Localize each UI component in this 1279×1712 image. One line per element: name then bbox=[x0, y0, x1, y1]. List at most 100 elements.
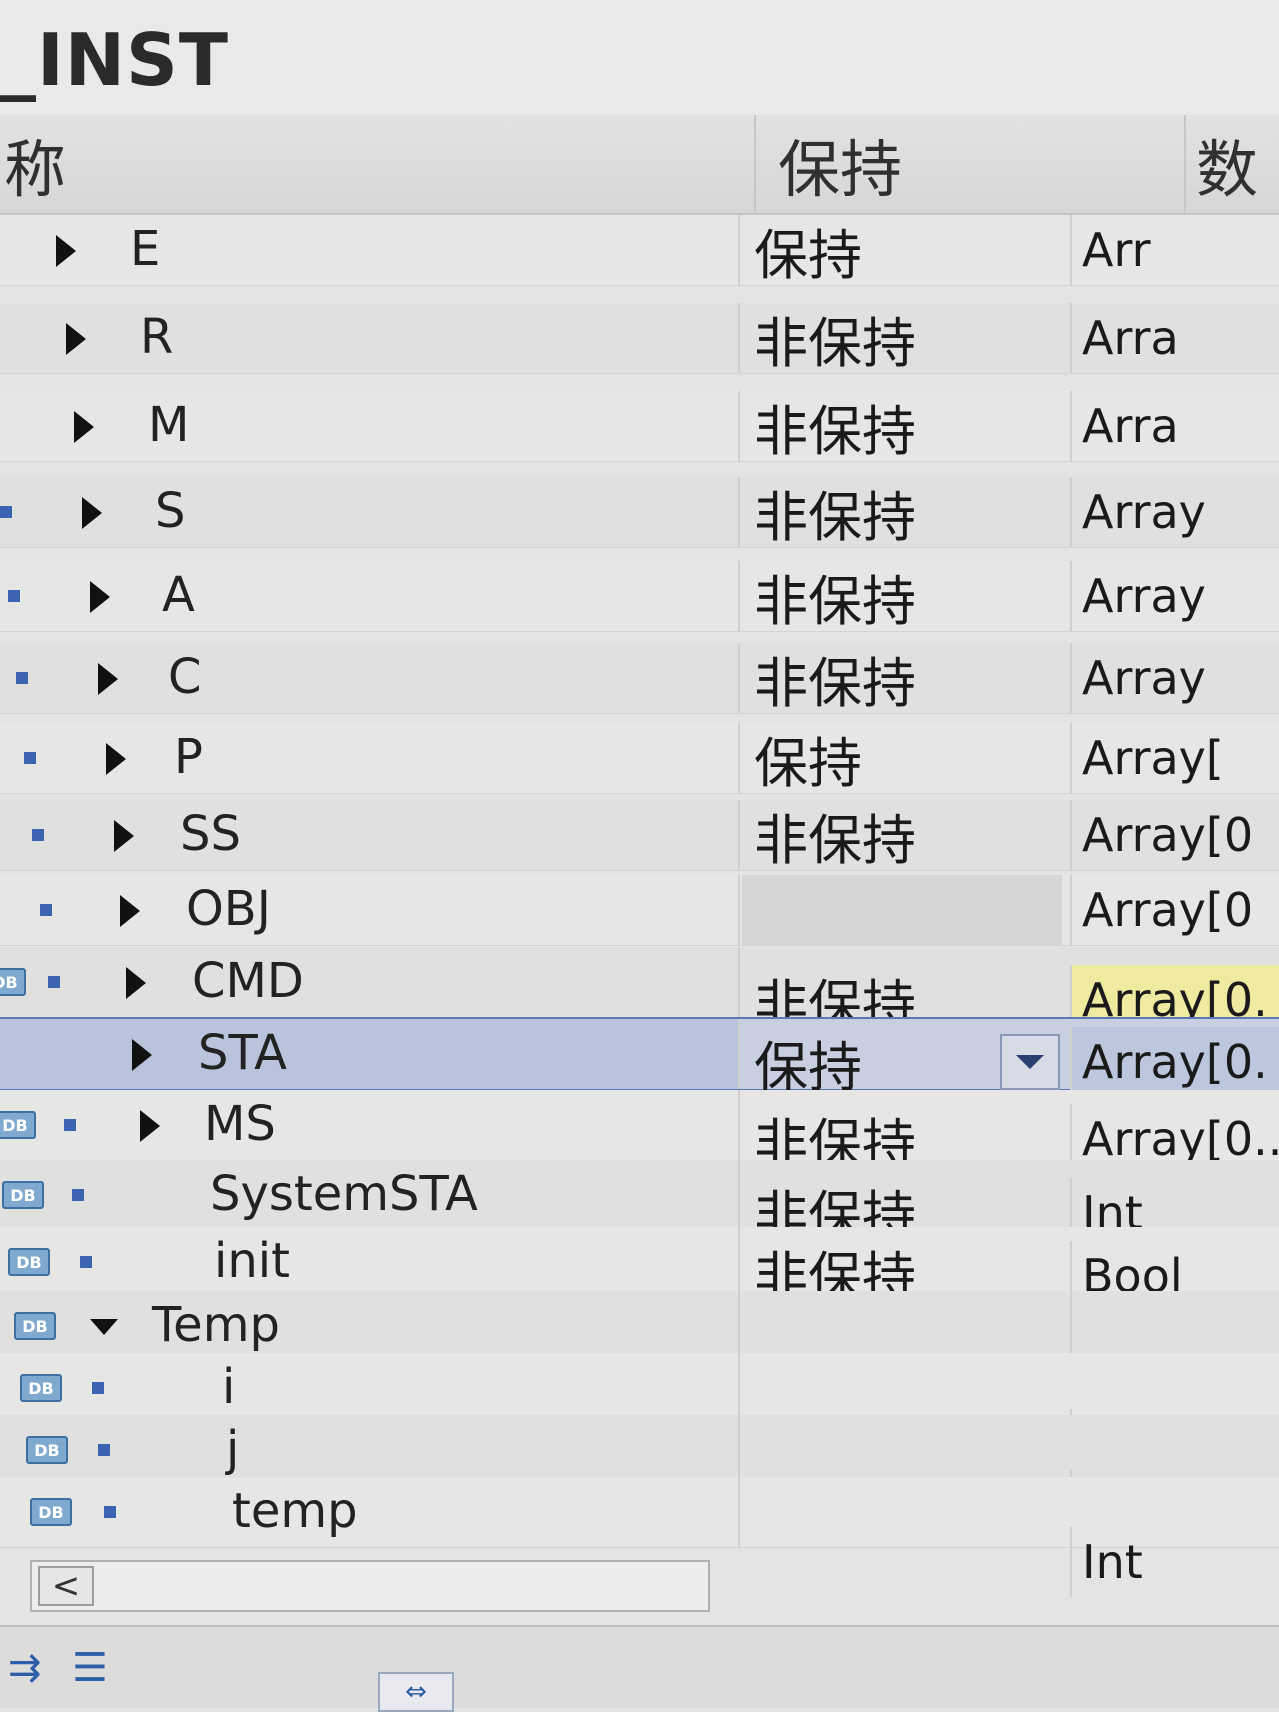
expand-arrow-icon[interactable] bbox=[140, 1110, 160, 1142]
swap-view-icon[interactable]: ⇔ bbox=[378, 1672, 454, 1712]
table-row[interactable]: DB init 非保持 Bool bbox=[0, 1227, 1279, 1311]
datatype-cell[interactable]: Array bbox=[1070, 643, 1279, 713]
name-cell[interactable]: M bbox=[0, 391, 740, 461]
table-row[interactable]: DB CMD 非保持 Array[0. bbox=[0, 947, 1279, 1037]
table-row[interactable]: P 保持 Array[ bbox=[0, 723, 1279, 795]
name-cell[interactable]: SS bbox=[0, 800, 740, 870]
datatype-cell[interactable]: Arra bbox=[1070, 303, 1279, 373]
collapse-arrow-icon[interactable] bbox=[90, 1319, 118, 1335]
table-row[interactable]: C 非保持 Array bbox=[0, 643, 1279, 715]
datatype-cell[interactable]: Array[0. bbox=[1070, 1027, 1279, 1097]
name-cell[interactable]: MS bbox=[0, 1090, 740, 1160]
expand-arrow-icon[interactable] bbox=[82, 497, 102, 529]
retain-cell[interactable] bbox=[742, 1291, 1062, 1361]
horizontal-scrollbar[interactable]: < bbox=[30, 1560, 710, 1612]
row-name: MS bbox=[204, 1096, 276, 1152]
datatype-cell[interactable]: Array bbox=[1070, 561, 1279, 631]
row-name: temp bbox=[232, 1483, 358, 1539]
datatype-cell[interactable]: Int bbox=[1070, 1527, 1279, 1597]
name-cell[interactable]: i bbox=[0, 1353, 740, 1423]
retain-cell[interactable]: 保持 bbox=[742, 215, 1062, 287]
name-cell[interactable]: init bbox=[0, 1227, 740, 1297]
datatype-cell[interactable]: Arr bbox=[1070, 215, 1279, 285]
row-name: j bbox=[226, 1421, 240, 1477]
row-name: CMD bbox=[192, 953, 304, 1009]
name-cell[interactable]: Temp bbox=[0, 1291, 740, 1361]
retain-cell[interactable]: 保持 bbox=[742, 723, 1062, 795]
dropdown-button[interactable] bbox=[1000, 1034, 1060, 1090]
table-row[interactable]: M 非保持 Arra bbox=[0, 391, 1279, 463]
indent-icon[interactable]: ⇉ bbox=[8, 1645, 42, 1691]
row-name: OBJ bbox=[186, 881, 271, 937]
datatype-cell[interactable]: Array[0 bbox=[1070, 875, 1279, 945]
row-name: A bbox=[162, 567, 195, 623]
retain-cell[interactable] bbox=[742, 1415, 1062, 1485]
name-cell[interactable]: P bbox=[0, 723, 740, 793]
table-row[interactable]: S 非保持 Array bbox=[0, 477, 1279, 549]
table-row[interactable]: E 保持 Arr bbox=[0, 215, 1279, 287]
block-title: _INST bbox=[0, 18, 230, 102]
retain-cell[interactable] bbox=[742, 1353, 1062, 1423]
expand-arrow-icon[interactable] bbox=[66, 323, 86, 355]
scroll-left-button[interactable]: < bbox=[38, 1566, 94, 1606]
table-row[interactable]: OBJ Array[0 bbox=[0, 875, 1279, 946]
name-cell[interactable]: R bbox=[0, 303, 740, 373]
retain-cell[interactable]: 非保持 bbox=[742, 477, 1062, 549]
table-row[interactable]: DB i Int bbox=[0, 1353, 1279, 1479]
datatype-cell[interactable]: Array[0 bbox=[1070, 800, 1279, 870]
expand-arrow-icon[interactable] bbox=[132, 1039, 152, 1071]
datatype-cell[interactable]: Arra bbox=[1070, 391, 1279, 461]
expand-arrow-icon[interactable] bbox=[56, 235, 76, 267]
retain-cell[interactable] bbox=[742, 875, 1062, 945]
expand-arrow-icon[interactable] bbox=[90, 581, 110, 613]
datatype-cell[interactable] bbox=[1070, 1291, 1279, 1361]
table-row[interactable]: DB temp Int bbox=[0, 1477, 1279, 1597]
table-row-selected[interactable]: DB STA 保持 Array[0. bbox=[0, 1017, 1279, 1099]
expand-arrow-icon[interactable] bbox=[74, 411, 94, 443]
expand-arrow-icon[interactable] bbox=[120, 895, 140, 927]
name-cell[interactable]: E bbox=[0, 215, 740, 285]
table-row[interactable]: SS 非保持 Array[0 bbox=[0, 800, 1279, 872]
retain-cell[interactable]: 非保持 bbox=[742, 561, 1062, 633]
datatype-cell[interactable]: Array bbox=[1070, 477, 1279, 547]
column-header-retain[interactable]: 保持 bbox=[758, 115, 1186, 213]
retain-cell[interactable]: 非保持 bbox=[742, 391, 1062, 463]
row-name: init bbox=[214, 1233, 290, 1289]
datatype-cell[interactable]: Array[ bbox=[1070, 723, 1279, 793]
expand-arrow-icon[interactable] bbox=[114, 820, 134, 852]
name-cell[interactable]: SystemSTA bbox=[0, 1160, 740, 1230]
table-row[interactable]: DB j Int bbox=[0, 1415, 1279, 1539]
name-cell[interactable]: OBJ bbox=[0, 875, 740, 945]
retain-cell[interactable]: 非保持 bbox=[742, 303, 1062, 375]
retain-cell[interactable]: 非保持 bbox=[742, 643, 1062, 715]
column-header-datatype[interactable]: 数 bbox=[1188, 115, 1279, 213]
name-cell[interactable]: A bbox=[0, 561, 740, 631]
name-cell[interactable]: temp bbox=[0, 1477, 740, 1547]
expand-arrow-icon[interactable] bbox=[98, 663, 118, 695]
row-name: C bbox=[168, 649, 202, 705]
expand-arrow-icon[interactable] bbox=[126, 967, 146, 999]
name-cell[interactable]: CMD bbox=[0, 947, 740, 1017]
row-name: M bbox=[148, 397, 190, 453]
name-cell[interactable]: S bbox=[0, 477, 740, 547]
table-row[interactable]: DB SystemSTA 非保持 Int bbox=[0, 1160, 1279, 1248]
list-icon[interactable]: ☰ bbox=[72, 1645, 108, 1691]
name-cell[interactable]: C bbox=[0, 643, 740, 713]
table-row[interactable]: A 非保持 Array bbox=[0, 561, 1279, 633]
table-row[interactable]: DB MS 非保持 Array[0.. bbox=[0, 1090, 1279, 1176]
bottom-toolbar: ⇉ ☰ ⇔ bbox=[0, 1625, 1279, 1712]
column-header-name[interactable]: 称 bbox=[0, 115, 756, 213]
chevron-down-icon bbox=[1016, 1055, 1044, 1069]
retain-cell[interactable] bbox=[742, 1477, 1062, 1547]
table-header: 称 保持 数 bbox=[0, 115, 1279, 215]
name-cell[interactable]: STA bbox=[0, 1019, 740, 1089]
row-name: S bbox=[155, 483, 186, 539]
editor-title-bar: _INST bbox=[0, 0, 1279, 115]
retain-dropdown[interactable] bbox=[995, 1027, 1065, 1097]
table-row-section[interactable]: DB Temp bbox=[0, 1291, 1279, 1362]
name-cell[interactable]: j bbox=[0, 1415, 740, 1485]
table-row[interactable]: R 非保持 Arra bbox=[0, 303, 1279, 375]
retain-cell[interactable]: 非保持 bbox=[742, 800, 1062, 872]
row-name: SystemSTA bbox=[210, 1166, 478, 1222]
expand-arrow-icon[interactable] bbox=[106, 743, 126, 775]
